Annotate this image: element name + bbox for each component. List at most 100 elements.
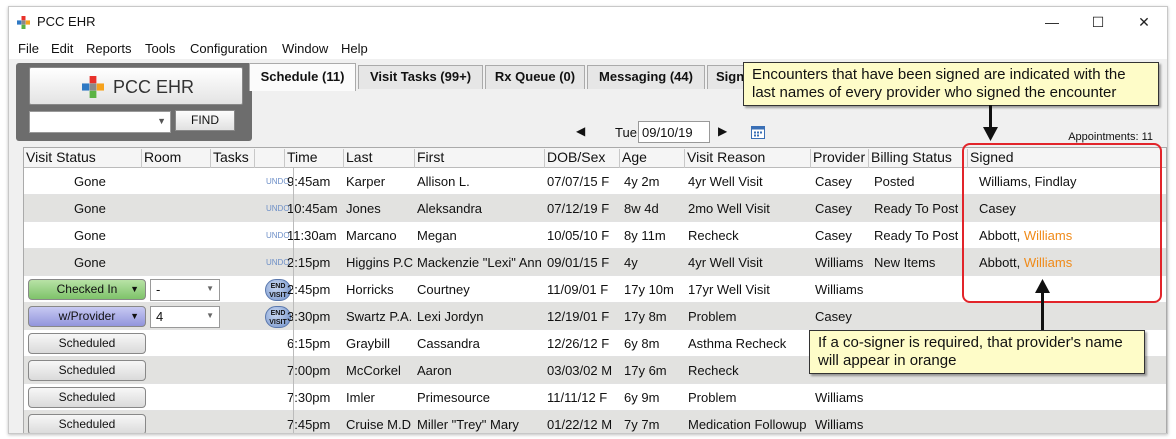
billing-status-cell: Posted [874,174,915,189]
chevron-down-icon[interactable]: ▼ [130,307,139,326]
age-cell: 17y 10m [624,282,674,297]
age-cell: 17y 6m [624,363,667,378]
room-select[interactable]: - ▼ [150,279,220,301]
visit-status-button[interactable]: Checked In ▼ [28,279,146,300]
pcc-logo-icon [17,16,30,29]
col-visit-reason[interactable]: Visit Reason [684,149,765,168]
provider-cell: Casey [815,228,852,243]
previous-day-icon[interactable]: ◀ [576,124,585,138]
menu-tools[interactable]: Tools [145,41,175,56]
visit-reason-cell: 4yr Well Visit [688,255,763,270]
tab-visit-tasks[interactable]: Visit Tasks (99+) [358,65,483,89]
visit-status-label: w/Provider [58,309,116,323]
chevron-down-icon[interactable]: ▼ [157,116,166,126]
col-time[interactable]: Time [284,149,318,168]
tab-rx-queue[interactable]: Rx Queue (0) [485,65,585,89]
arrow-down-icon [983,127,998,141]
chevron-down-icon[interactable]: ▼ [130,280,139,299]
first-name-cell: Miller "Trey" Mary [417,417,519,432]
visit-reason-cell: Problem [688,309,737,324]
visit-status-button[interactable]: Scheduled [28,387,146,408]
first-name-cell: Aaron [417,363,452,378]
last-name-cell: Jones [346,201,381,216]
pcc-ehr-home-button[interactable]: PCC EHR [29,67,243,105]
visit-status-button[interactable]: Scheduled [28,333,146,354]
chevron-down-icon[interactable]: ▼ [206,311,214,320]
arrow-up-icon [1035,279,1050,293]
visit-reason-cell: Medication Followup [688,417,807,432]
menu-reports[interactable]: Reports [86,41,132,56]
tab-messaging[interactable]: Messaging (44) [587,65,705,89]
age-cell: 8y 11m [624,228,666,243]
room-select[interactable]: 4 ▼ [150,306,220,328]
visit-reason-cell: Asthma Recheck [688,336,787,351]
find-button[interactable]: FIND [175,110,235,131]
table-row[interactable]: Scheduled 7:45pm Cruise M.D Miller "Trey" M… [24,411,1166,433]
dob-sex-cell: 09/01/15 F [547,255,610,270]
first-name-cell: Cassandra [417,336,480,351]
visit-reason-cell: 4yr Well Visit [688,174,763,189]
col-first[interactable]: First [414,149,444,168]
minimize-button[interactable]: — [1029,7,1075,37]
visit-reason-cell: 17yr Well Visit [688,282,770,297]
menu-configuration[interactable]: Configuration [190,41,267,56]
visit-status-text: Gone [74,174,106,189]
logo-panel: PCC EHR ▼ FIND [16,63,252,141]
last-name-cell: Marcano [346,228,397,243]
provider-cell: Casey [815,174,852,189]
dob-sex-cell: 07/12/19 F [547,201,610,216]
dob-sex-cell: 11/11/12 F [547,390,608,405]
col-blank [254,149,257,168]
logo-text: PCC EHR [113,77,195,97]
col-age[interactable]: Age [619,149,647,168]
last-name-cell: McCorkel [346,363,401,378]
provider-cell: Williams [815,255,864,270]
col-last[interactable]: Last [343,149,372,168]
menu-file[interactable]: File [18,41,39,56]
visit-reason-cell: Recheck [688,228,739,243]
maximize-button[interactable]: ☐ [1075,7,1121,37]
dob-sex-cell: 01/22/12 M [547,417,613,432]
col-provider[interactable]: Provider [810,149,865,168]
first-name-cell: Primesource [417,390,490,405]
date-field[interactable]: 09/10/19 [638,121,710,143]
patient-search-input[interactable]: ▼ [29,111,171,133]
col-visit-status[interactable]: Visit Status [24,149,96,168]
col-tasks[interactable]: Tasks [210,149,249,168]
first-name-cell: Courtney [417,282,470,297]
billing-status-cell: New Items [874,255,936,270]
table-row[interactable]: Scheduled 7:30pm Imler Primesource 11/11/12 … [24,384,1166,411]
provider-cell: Williams [815,417,864,432]
age-cell: 8w 4d [624,201,659,216]
visit-reason-cell: 2mo Well Visit [688,201,770,216]
window-title: PCC EHR [37,14,96,29]
signed-column-highlight [962,143,1162,303]
col-dob-sex[interactable]: DOB/Sex [544,149,605,168]
last-name-cell: Horricks [346,282,394,297]
close-button[interactable]: ✕ [1121,7,1167,37]
menu-edit[interactable]: Edit [51,41,73,56]
col-billing-status[interactable]: Billing Status [868,149,952,168]
first-name-cell: Mackenzie "Lexi" Ann [417,255,542,270]
provider-cell: Williams [815,390,864,405]
visit-status-label: Scheduled [58,363,116,377]
visit-status-button[interactable]: Scheduled [28,360,146,381]
tab-schedule[interactable]: Schedule (11) [249,63,356,91]
table-row[interactable]: w/Provider ▼ 4 ▼ END VISIT 3:30pm Swartz P.A. Le… [24,303,1166,330]
appointments-count: Appointments: 11 [1068,131,1153,143]
next-day-icon[interactable]: ▶ [718,124,727,138]
chevron-down-icon[interactable]: ▼ [206,284,214,293]
col-room[interactable]: Room [141,149,181,168]
menu-bar: File Edit Reports Tools Configuration Wi… [9,37,1167,59]
dob-sex-cell: 03/03/02 M [547,363,613,378]
last-name-cell: Cruise M.D [346,417,412,432]
visit-status-button[interactable]: Scheduled [28,414,146,433]
visit-status-button[interactable]: w/Provider ▼ [28,306,146,327]
dob-sex-cell: 12/26/12 F [547,336,610,351]
menu-window[interactable]: Window [282,41,328,56]
first-name-cell: Megan [417,228,457,243]
menu-help[interactable]: Help [341,41,368,56]
visit-status-text: Gone [74,228,106,243]
billing-status-cell: Ready To Post [874,228,959,243]
calendar-icon[interactable] [751,125,765,139]
